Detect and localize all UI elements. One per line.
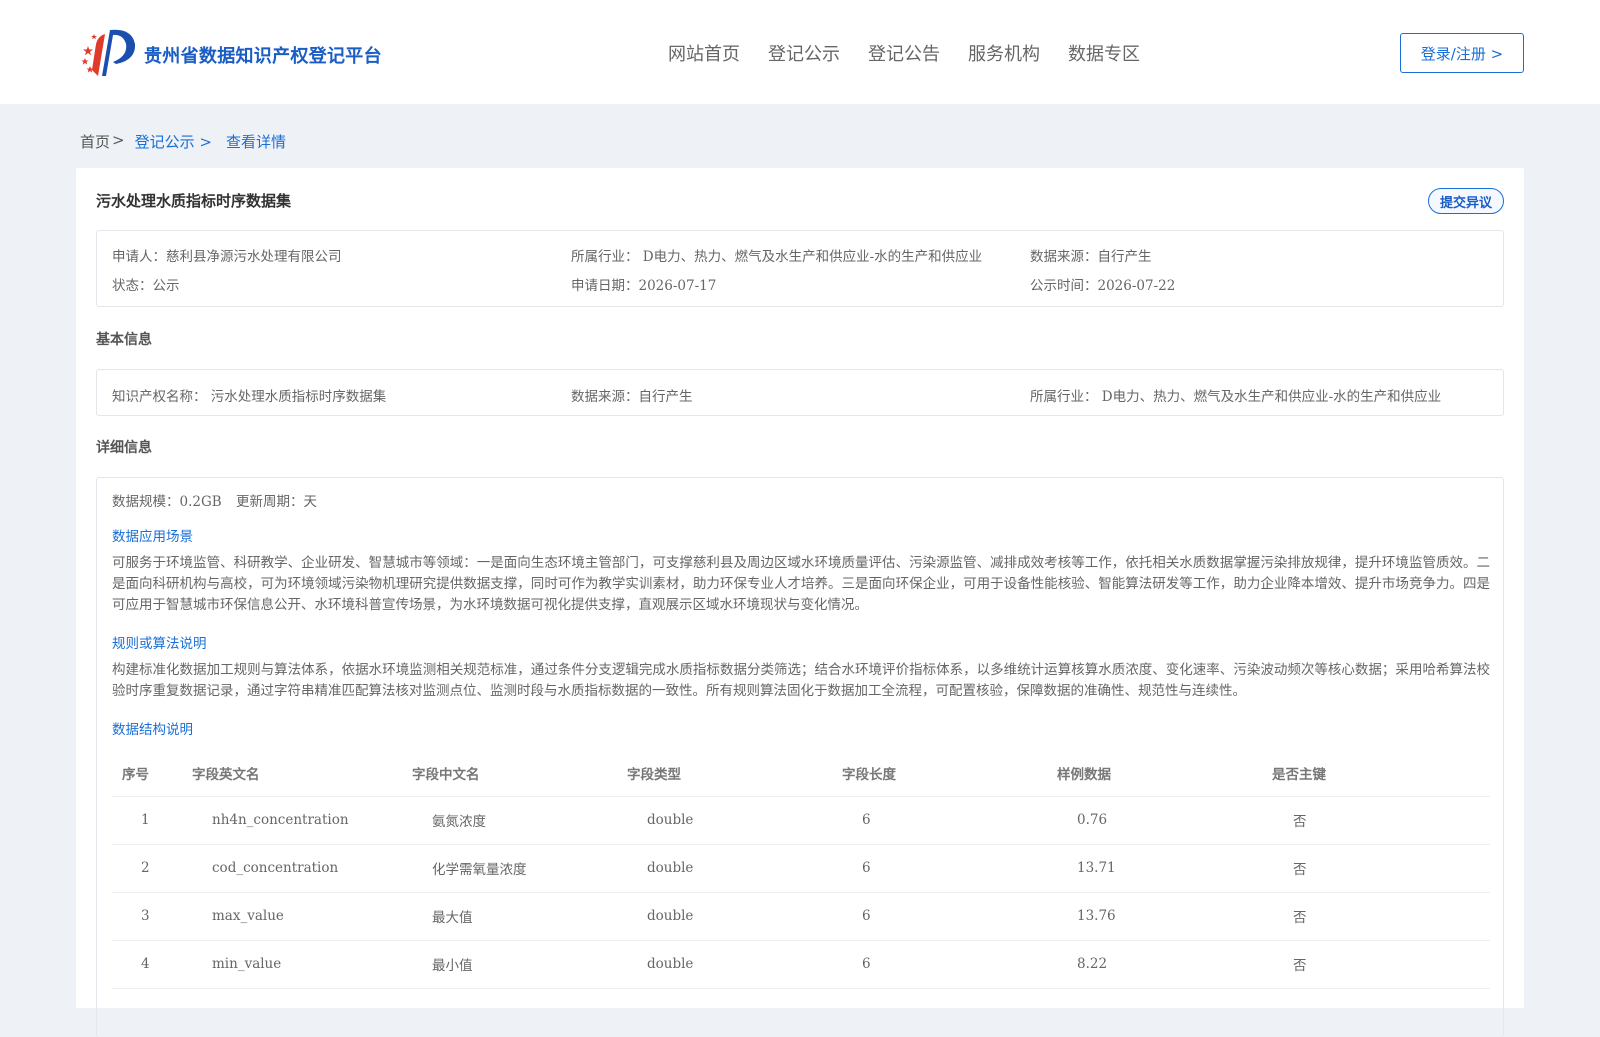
cell-primary-key: 否 [1272,844,1490,893]
table-row: 3 max_value 最大值 double 6 13.76 否 [112,892,1490,941]
basic-info-heading: 基本信息 [96,332,152,348]
cell-index: 3 [112,892,192,941]
nav-registration-publicity[interactable]: 登记公示 [768,40,868,66]
cell-chinese-name: 化学需氧量浓度 [412,844,627,893]
apply-date-field: 申请日期：2026-07-17 [571,278,717,294]
cell-type: double [627,796,842,845]
col-header-type: 字段类型 [627,750,842,797]
cell-index: 1 [112,796,192,845]
col-header-primary-key: 是否主键 [1272,750,1490,797]
basic-source-field: 数据来源：自行产生 [571,389,693,405]
site-title[interactable]: 贵州省数据知识产权登记平台 [144,42,382,68]
detail-card: 污水处理水质指标时序数据集 提交异议 申请人：慈利县净源污水处理有限公司 所属行… [76,168,1524,1037]
cell-english-name: max_value [192,892,412,941]
rules-heading: 规则或算法说明 [112,636,207,652]
login-register-button[interactable]: 登录/注册 > [1400,33,1524,73]
cell-index: 2 [112,844,192,893]
breadcrumb: 首页 > 登记公示 > 查看详情 [80,131,286,152]
basic-industry-field: 所属行业： D电力、热力、燃气及水生产和供应业-水的生产和供应业 [1030,389,1442,405]
detail-info-box: 数据规模：0.2GB 更新周期：天 数据应用场景 可服务于环境监管、科研教学、企… [96,477,1504,1037]
basic-info-box: 知识产权名称： 污水处理水质指标时序数据集 数据来源：自行产生 所属行业： D电… [96,369,1504,416]
cell-primary-key: 否 [1272,796,1490,845]
page-title: 污水处理水质指标时序数据集 [96,192,292,210]
col-header-sample: 样例数据 [1057,750,1272,797]
cell-chinese-name: 最大值 [412,892,627,941]
nav-service-agencies[interactable]: 服务机构 [968,40,1068,66]
table-row: 1 nh4n_concentration 氨氮浓度 double 6 0.76 … [112,796,1490,845]
data-scale-field: 数据规模：0.2GB [112,494,222,510]
cell-length: 6 [842,844,1057,893]
col-header-english-name: 字段英文名 [192,750,412,797]
cell-index: 4 [112,940,192,989]
cell-english-name: nh4n_concentration [192,796,412,845]
main-nav: 网站首页 登记公示 登记公告 服务机构 数据专区 [668,40,1168,66]
table-row: 4 min_value 最小值 double 6 8.22 否 [112,940,1490,989]
rules-text: 构建标准化数据加工规则与算法体系，依据水环境监测相关规范标准，通过条件分支逻辑完… [112,662,1490,699]
cell-sample: 13.71 [1057,844,1272,893]
nav-registration-announcement[interactable]: 登记公告 [868,40,968,66]
structure-heading: 数据结构说明 [112,722,193,738]
source-field: 数据来源：自行产生 [1030,249,1152,265]
detail-info-heading: 详细信息 [96,440,152,456]
cell-english-name: min_value [192,940,412,989]
cell-length: 6 [842,940,1057,989]
cell-type: double [627,940,842,989]
top-header: 贵州省数据知识产权登记平台 网站首页 登记公示 登记公告 服务机构 数据专区 登… [0,0,1600,104]
field-structure-table: 序号 字段英文名 字段中文名 字段类型 字段长度 样例数据 是否主键 1 nh4… [112,750,1490,989]
nav-data-zone[interactable]: 数据专区 [1068,40,1168,66]
cell-length: 6 [842,892,1057,941]
breadcrumb-current: 查看详情 [225,133,286,151]
nav-home[interactable]: 网站首页 [668,40,768,66]
cell-sample: 13.76 [1057,892,1272,941]
cell-primary-key: 否 [1272,892,1490,941]
scenario-text: 可服务于环境监管、科研教学、企业研发、智慧城市等领域：一是面向生态环境主管部门，… [112,555,1490,613]
breadcrumb-home[interactable]: 首页 [80,131,110,152]
cell-sample: 8.22 [1057,940,1272,989]
platform-logo-icon[interactable] [80,26,138,78]
table-row: 2 cod_concentration 化学需氧量浓度 double 6 13.… [112,844,1490,893]
applicant-field: 申请人：慈利县净源污水处理有限公司 [112,249,342,265]
breadcrumb-registration-publicity[interactable]: 登记公示 > [135,131,212,152]
breadcrumb-separator: > [112,131,125,149]
table-header-row: 序号 字段英文名 字段中文名 字段类型 字段长度 样例数据 是否主键 [112,750,1490,797]
col-header-chinese-name: 字段中文名 [412,750,627,797]
cell-chinese-name: 氨氮浓度 [412,796,627,845]
update-cycle-field: 更新周期：天 [236,494,317,510]
cell-type: double [627,844,842,893]
col-header-length: 字段长度 [842,750,1057,797]
industry-field: 所属行业： D电力、热力、燃气及水生产和供应业-水的生产和供应业 [571,249,983,265]
cell-type: double [627,892,842,941]
publish-date-field: 公示时间：2026-07-22 [1030,278,1176,294]
scenario-heading: 数据应用场景 [112,529,193,545]
cell-length: 6 [842,796,1057,845]
summary-box: 申请人：慈利县净源污水处理有限公司 所属行业： D电力、热力、燃气及水生产和供应… [96,230,1504,307]
cell-primary-key: 否 [1272,940,1490,989]
cell-sample: 0.76 [1057,796,1272,845]
cell-chinese-name: 最小值 [412,940,627,989]
cell-english-name: cod_concentration [192,844,412,893]
ip-name-field: 知识产权名称： 污水处理水质指标时序数据集 [112,389,387,405]
col-header-index: 序号 [112,750,192,797]
status-field: 状态：公示 [112,278,180,294]
submit-objection-button[interactable]: 提交异议 [1428,188,1504,214]
